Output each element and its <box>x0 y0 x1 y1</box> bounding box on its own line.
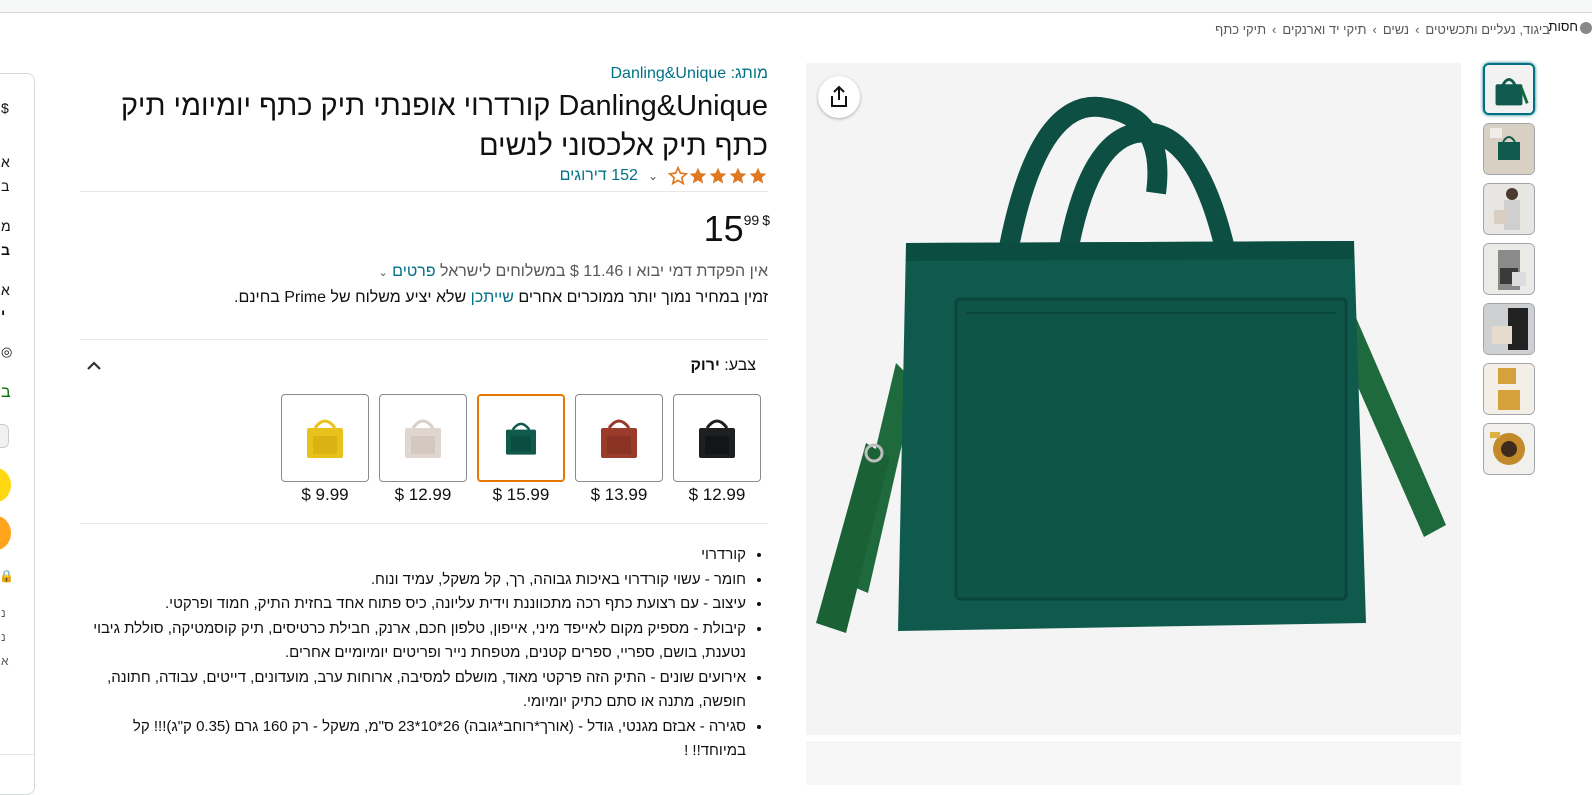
swatch-image <box>673 394 761 482</box>
swatch-price: $ 13.99 <box>590 485 648 504</box>
swatch-price: $ 9.99 <box>301 485 349 504</box>
top-nav-bar <box>0 0 1592 13</box>
star-icon <box>729 167 747 184</box>
prime-text-after: שלא יציע משלוח של Prime בחינם. <box>234 289 467 306</box>
buybox-text-fragment: ב <box>1 178 10 194</box>
thumbnail-4[interactable] <box>1483 243 1535 295</box>
thumbnail-5[interactable] <box>1483 303 1535 355</box>
buy-box: $ א ב מ ב א י ◎ ב 🔒 נ נ א <box>0 73 35 795</box>
swatch-image <box>575 394 663 482</box>
swatch-image <box>477 394 565 482</box>
swatch-yellow[interactable]: $ 9.99 <box>281 394 369 505</box>
divider <box>80 523 768 524</box>
thumbnail-6[interactable] <box>1483 363 1535 415</box>
price-whole: 15 <box>703 208 744 249</box>
feature-bullet: קורדרוי <box>80 543 746 568</box>
swatch-price: $ 12.99 <box>394 485 452 504</box>
buybox-text-fragment: נ <box>1 606 6 620</box>
import-fees-line: אין הפקדת דמי יבוא ו 11.46 $ במשלוחים לי… <box>378 263 768 281</box>
info-icon <box>1580 21 1592 34</box>
add-to-cart-button[interactable] <box>0 468 11 502</box>
prime-text-before: זמין במחיר נמוך יותר ממוכרים אחרים <box>518 289 768 306</box>
buybox-text-fragment: נ <box>1 630 6 644</box>
feature-bullet: אירועים שונים - התיק הזה פרקטי מאוד, מוש… <box>80 666 746 715</box>
location-icon[interactable]: ◎ <box>1 344 12 360</box>
breadcrumb-item-women[interactable]: נשים <box>1383 22 1409 37</box>
lock-icon: 🔒 <box>0 569 14 583</box>
swatch-price: $ 12.99 <box>688 485 746 504</box>
price: 1599 $ <box>704 208 770 250</box>
thumbnail-1[interactable] <box>1483 63 1535 115</box>
divider <box>80 191 768 192</box>
swatch-brown[interactable]: $ 13.99 <box>575 394 663 505</box>
collapse-button[interactable] <box>84 356 104 376</box>
buy-now-button[interactable] <box>0 516 11 550</box>
rating-count-link[interactable]: 152 דירוגים <box>560 167 638 185</box>
buybox-text-fragment: ב <box>1 242 10 258</box>
swatch-price: $ 15.99 <box>492 485 550 504</box>
swatch-black[interactable]: $ 12.99 <box>673 394 761 505</box>
feature-bullet: סגירה - אבזם מגנטי, גודל - (אורך*רוחב*גו… <box>80 715 746 764</box>
swatch-beige[interactable]: $ 12.99 <box>379 394 467 505</box>
main-product-image[interactable] <box>806 63 1461 735</box>
thumbnail-7[interactable] <box>1483 423 1535 475</box>
swatch-image <box>281 394 369 482</box>
price-fraction: 99 <box>743 212 760 228</box>
color-label-prefix: צבע: <box>724 357 756 374</box>
feature-bullet: עיצוב - עם רצועת כתף רכה מתכווננת וידית … <box>80 592 746 617</box>
details-link[interactable]: פרטים <box>392 263 435 280</box>
buybox-text-fragment: א <box>1 282 10 298</box>
thumbnail-3[interactable] <box>1483 183 1535 235</box>
price-currency: $ <box>762 212 770 228</box>
star-icon <box>689 167 707 184</box>
rating-row: ⌄ 152 דירוגים <box>560 166 768 186</box>
color-swatches: $ 9.99 $ 12.99 $ 15.99 $ 13.99 $ 12.99 <box>281 394 761 505</box>
selected-color: ירוק <box>690 357 720 374</box>
share-button[interactable] <box>818 76 860 118</box>
breadcrumb-separator-icon: › <box>1272 22 1277 37</box>
star-icon <box>709 167 727 184</box>
chevron-down-icon[interactable]: ⌄ <box>378 267 387 279</box>
chevron-down-icon[interactable]: ⌄ <box>648 169 658 183</box>
buybox-text-fragment: י <box>1 306 6 322</box>
thumbnail-strip <box>1483 63 1535 483</box>
prime-link[interactable]: שייתכן <box>471 289 514 306</box>
breadcrumb-item-clothing[interactable]: ביגוד, נעליים ותכשיטים <box>1425 22 1550 37</box>
feature-bullet: קיבולת - מספיק מקום לאייפד מיני, אייפון,… <box>80 617 746 666</box>
share-icon <box>831 85 847 107</box>
feature-bullet: חומר - עשוי קורדרוי באיכות גבוהה, רך, קל… <box>80 568 746 593</box>
breadcrumb: ביגוד, נעליים ותכשיטים › נשים › תיקי יד וארנ… <box>1215 22 1550 37</box>
star-icon <box>749 167 767 184</box>
breadcrumb-item-handbags[interactable]: תיקי יד וארנקים <box>1282 22 1366 37</box>
swatch-green[interactable]: $ 15.99 <box>477 394 565 505</box>
swatch-image <box>379 394 467 482</box>
star-icon <box>668 166 688 186</box>
breadcrumb-separator-icon: › <box>1415 22 1420 37</box>
breadcrumb-item-shoulder-bags[interactable]: תיקי כתף <box>1215 22 1266 37</box>
import-fees-text: אין הפקדת דמי יבוא ו 11.46 $ במשלוחים לי… <box>440 263 768 280</box>
chevron-up-icon <box>87 361 101 370</box>
thumbnail-2[interactable] <box>1483 123 1535 175</box>
buybox-text-fragment: א <box>1 154 10 170</box>
quantity-select[interactable] <box>0 424 9 448</box>
star-rating[interactable] <box>668 166 768 186</box>
divider <box>80 339 768 340</box>
buybox-text-fragment: מ <box>1 218 11 234</box>
buybox-price-fragment: $ <box>1 100 9 116</box>
sponsored-text: חסות <box>1548 19 1578 34</box>
breadcrumb-separator-icon: › <box>1372 22 1377 37</box>
product-title: Danling&Unique קורדרוי אופנתי תיק כתף יו… <box>120 90 768 162</box>
feature-bullets: קורדרוי חומר - עשוי קורדרוי באיכות גבוהה… <box>80 543 768 764</box>
buybox-stock-fragment: ב <box>1 384 11 401</box>
image-panel-footer <box>806 742 1461 785</box>
sponsored-label[interactable]: חסות <box>1549 19 1592 34</box>
prime-notice: זמין במחיר נמוך יותר ממוכרים אחרים שייתכ… <box>234 289 768 307</box>
buybox-text-fragment: א <box>1 654 9 668</box>
brand-link[interactable]: מותג: Danling&Unique <box>611 65 769 83</box>
divider <box>0 754 34 755</box>
color-label: צבע: ירוק <box>690 357 756 375</box>
